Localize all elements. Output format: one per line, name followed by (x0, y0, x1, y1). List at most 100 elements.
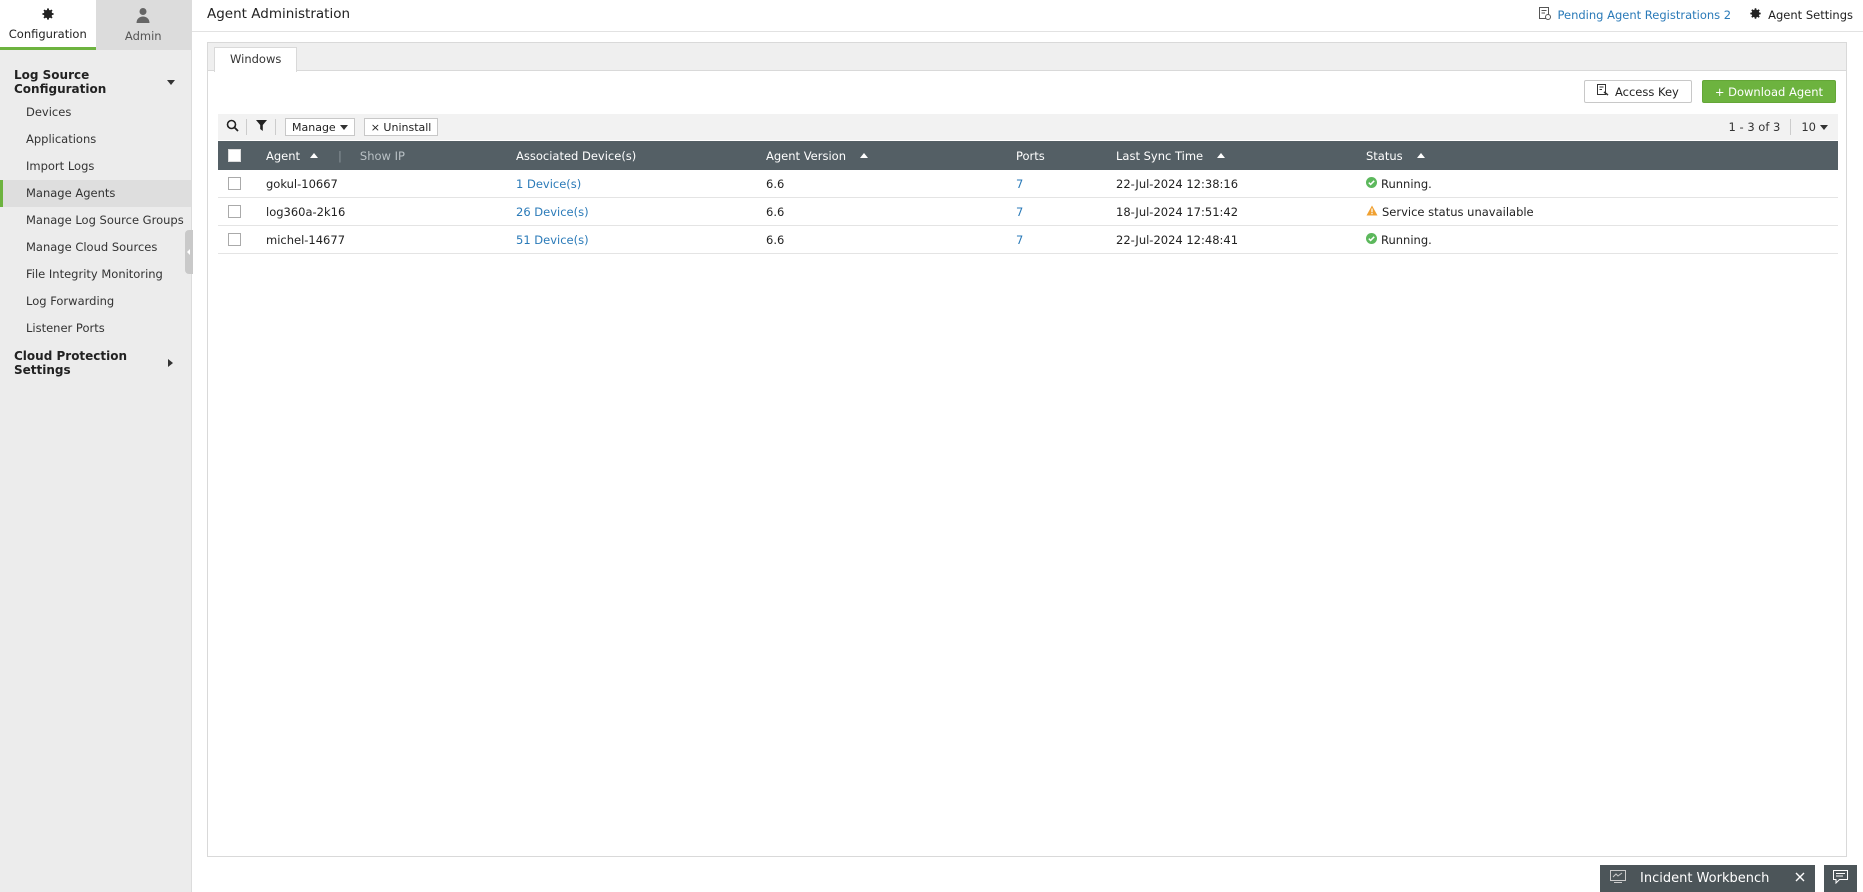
chat-button[interactable] (1824, 865, 1857, 892)
warning-icon (1366, 205, 1378, 219)
associated-devices-link[interactable]: 51 Device(s) (516, 233, 589, 247)
show-ip-toggle[interactable]: Show IP (360, 149, 405, 163)
manage-dropdown[interactable]: Manage (285, 118, 355, 136)
action-bar: Access Key + Download Agent (1583, 80, 1836, 103)
agents-table: Agent | Show IP Associated Device(s) Age… (218, 141, 1838, 254)
agent-settings-link[interactable]: Agent Settings (1749, 7, 1853, 23)
close-icon[interactable] (1795, 871, 1805, 886)
key-document-icon (1596, 84, 1609, 99)
col-last-sync-label: Last Sync Time (1116, 148, 1204, 163)
col-agent-label: Agent (266, 148, 301, 163)
col-status[interactable]: Status (1366, 149, 1425, 163)
row-checkbox[interactable] (228, 205, 241, 218)
incident-workbench-button[interactable]: Incident Workbench (1640, 871, 1769, 886)
ports-link[interactable]: 7 (1016, 177, 1023, 191)
associated-devices-link[interactable]: 1 Device(s) (516, 177, 581, 191)
last-sync-time: 22-Jul-2024 12:48:41 (1116, 232, 1239, 247)
sidebar-item-log-forwarding[interactable]: Log Forwarding (0, 288, 191, 315)
agent-version: 6.6 (766, 232, 785, 247)
chevron-down-icon (339, 124, 348, 130)
agent-version: 6.6 (766, 176, 785, 191)
divider (1790, 119, 1792, 135)
chat-icon (1833, 870, 1848, 887)
row-checkbox[interactable] (228, 233, 241, 246)
row-checkbox[interactable] (228, 177, 241, 190)
top-tabs: Configuration Admin (0, 0, 191, 50)
sort-asc-icon (1217, 153, 1226, 158)
manage-label: Manage (292, 120, 336, 134)
sidebar-item-manage-cloud-sources[interactable]: Manage Cloud Sources (0, 234, 191, 261)
gear-icon (1749, 7, 1762, 23)
sidebar: Configuration Admin Log Source Configura… (0, 0, 192, 892)
tab-configuration[interactable]: Configuration (0, 0, 96, 50)
sidebar-item-manage-log-source-groups[interactable]: Manage Log Source Groups (0, 207, 191, 234)
check-circle-icon (1366, 176, 1377, 191)
access-key-label: Access Key (1614, 84, 1679, 99)
col-associated-devices[interactable]: Associated Device(s) (516, 149, 636, 163)
tab-admin[interactable]: Admin (95, 0, 191, 50)
col-ports[interactable]: Ports (1016, 149, 1045, 163)
col-status-label: Status (1366, 148, 1403, 163)
section-label: Cloud Protection Settings (14, 349, 128, 377)
table-row: michel-14677 51 Device(s) 6.6 7 22-Jul-2… (218, 226, 1838, 254)
check-circle-icon (1366, 232, 1377, 247)
divider (275, 119, 276, 135)
sort-asc-icon (310, 153, 319, 158)
page-size-select[interactable]: 10 (1801, 120, 1828, 134)
chevron-right-icon (168, 359, 173, 367)
workbench-icon (1610, 870, 1626, 887)
tab-configuration-label: Configuration (8, 26, 87, 41)
sidebar-item-import-logs[interactable]: Import Logs (0, 153, 191, 180)
table-header: Agent | Show IP Associated Device(s) Age… (218, 141, 1838, 170)
section-label: Log Source Configuration (14, 68, 107, 96)
pending-registrations-label: Pending Agent Registrations 2 (1557, 8, 1732, 22)
pagination: 1 - 3 of 3 10 (1729, 119, 1838, 135)
select-all-checkbox[interactable] (228, 149, 241, 162)
sidebar-item-listener-ports[interactable]: Listener Ports (0, 315, 191, 342)
uninstall-button[interactable]: × Uninstall (363, 118, 439, 136)
tab-windows[interactable]: Windows (214, 47, 298, 72)
sidebar-item-devices[interactable]: Devices (0, 99, 191, 126)
page-info: 1 - 3 of 3 (1728, 120, 1781, 134)
col-agent-version[interactable]: Agent Version (766, 149, 868, 163)
associated-devices-link[interactable]: 26 Device(s) (516, 205, 589, 219)
status-text: Running. (1381, 232, 1432, 247)
sidebar-collapse-handle[interactable] (185, 230, 193, 274)
gear-icon (41, 7, 55, 27)
last-sync-time: 22-Jul-2024 12:38:16 (1116, 176, 1239, 191)
tab-admin-label: Admin (124, 29, 162, 43)
sidebar-item-manage-agents[interactable]: Manage Agents (0, 180, 191, 207)
sidebar-item-file-integrity-monitoring[interactable]: File Integrity Monitoring (0, 261, 191, 288)
user-icon (135, 7, 151, 29)
registration-icon (1539, 7, 1552, 23)
sort-asc-icon (859, 153, 868, 158)
agent-name: gokul-10667 (266, 176, 338, 191)
chevron-down-icon (167, 79, 175, 85)
table-toolbar: Manage × Uninstall 1 - 3 of 3 10 (218, 114, 1838, 140)
page-size-value: 10 (1801, 120, 1816, 134)
search-button[interactable] (218, 114, 246, 140)
access-key-button[interactable]: Access Key (1583, 80, 1692, 103)
col-version-label: Agent Version (766, 148, 846, 163)
sort-asc-icon (1416, 153, 1425, 158)
page-title: Agent Administration (207, 6, 351, 22)
search-icon (226, 119, 239, 135)
ports-link[interactable]: 7 (1016, 205, 1023, 219)
section-cloud-protection-settings[interactable]: Cloud Protection Settings (0, 348, 191, 378)
col-ports-label: Ports (1016, 148, 1045, 163)
download-agent-label: + Download Agent (1714, 84, 1823, 99)
filter-button[interactable] (247, 114, 275, 140)
agent-settings-label: Agent Settings (1768, 8, 1853, 22)
download-agent-button[interactable]: + Download Agent (1701, 80, 1836, 103)
col-last-sync-time[interactable]: Last Sync Time (1116, 148, 1226, 163)
filter-icon (255, 120, 267, 134)
pending-registrations-link[interactable]: Pending Agent Registrations 2 (1539, 7, 1731, 23)
last-sync-time: 18-Jul-2024 17:51:42 (1116, 204, 1239, 219)
ports-link[interactable]: 7 (1016, 233, 1023, 247)
sidebar-item-applications[interactable]: Applications (0, 126, 191, 153)
section-log-source-configuration[interactable]: Log Source Configuration (0, 67, 191, 97)
nav-list: Devices Applications Import Logs Manage … (0, 99, 191, 342)
agent-name: michel-14677 (266, 232, 346, 247)
page-header: Agent Administration Pending Agent Regis… (192, 0, 1863, 32)
col-agent[interactable]: Agent | Show IP (266, 149, 405, 163)
